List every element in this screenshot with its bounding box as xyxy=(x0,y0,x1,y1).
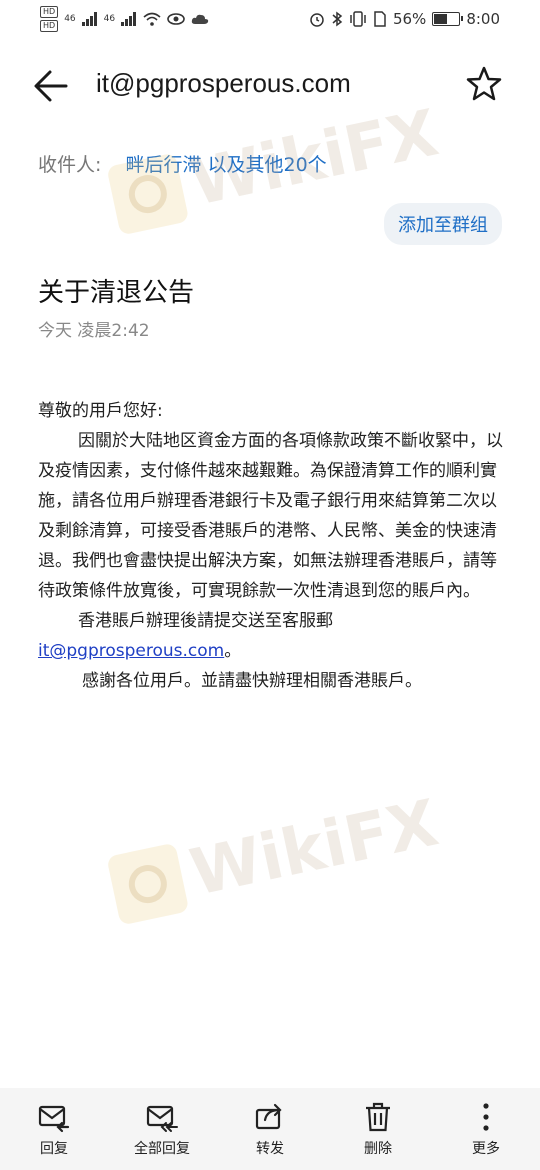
bottom-toolbar: 回复 全部回复 转发 删除 更多 xyxy=(0,1088,540,1170)
email-link-row: it@pgprosperous.com。 xyxy=(38,636,508,666)
body-paragraph: 感謝各位用戶。並請盡快辦理相關香港賬戶。 xyxy=(82,671,422,691)
status-bar: HD HD 46 46 56% 8:00 xyxy=(0,0,540,40)
recipients-link[interactable]: 畔后行滞 以及其他20个 xyxy=(125,154,326,176)
battery-icon xyxy=(432,12,464,26)
body-paragraph: 香港賬戶辦理後請提交送至客服郵 xyxy=(78,611,333,631)
watermark: WikiFX xyxy=(106,786,444,927)
recipients-row: 收件人: 畔后行滞 以及其他20个 xyxy=(38,150,327,177)
vibrate-icon xyxy=(350,11,366,27)
trash-icon xyxy=(366,1102,390,1132)
sim-icon xyxy=(374,11,386,27)
reply-label: 回复 xyxy=(40,1141,68,1157)
forward-label: 转发 xyxy=(256,1141,284,1157)
wifi-icon xyxy=(143,12,161,26)
more-vertical-icon xyxy=(483,1103,489,1131)
signal-icon xyxy=(121,12,137,26)
signal-label: 46 xyxy=(103,14,116,24)
hd-badge: HD xyxy=(40,20,59,32)
status-left: HD HD 46 46 xyxy=(40,6,209,32)
signal-icon xyxy=(81,12,97,26)
greeting: 尊敬的用戶您好: xyxy=(38,401,163,421)
bluetooth-icon xyxy=(332,11,343,27)
hd-badge: HD xyxy=(40,6,59,18)
star-icon[interactable] xyxy=(464,64,504,104)
delete-label: 删除 xyxy=(364,1141,392,1157)
more-button[interactable]: 更多 xyxy=(441,1100,531,1158)
email-body: 尊敬的用戶您好: 因關於大陆地区資金方面的各項條款政策不斷收緊中，以及疫情因素，… xyxy=(38,396,508,696)
delete-button[interactable]: 删除 xyxy=(333,1100,423,1158)
status-right: 56% 8:00 xyxy=(309,10,500,28)
add-to-group-button[interactable]: 添加至群组 xyxy=(384,203,502,245)
email-subject: 关于清退公告 xyxy=(38,278,195,308)
body-paragraph: 因關於大陆地区資金方面的各項條款政策不斷收緊中，以及疫情因素，支付條件越來越艱難… xyxy=(38,431,503,601)
email-time: 今天 凌晨2:42 xyxy=(38,321,150,341)
sender-title: it@pgprosperous.com xyxy=(96,68,351,98)
link-suffix: 。 xyxy=(224,641,242,661)
email-header-bar: it@pgprosperous.com xyxy=(0,50,540,120)
back-arrow-icon[interactable] xyxy=(30,64,74,108)
more-label: 更多 xyxy=(472,1141,500,1157)
reply-all-label: 全部回复 xyxy=(134,1141,190,1157)
reply-all-icon xyxy=(146,1105,178,1132)
email-link[interactable]: it@pgprosperous.com xyxy=(38,641,224,661)
alarm-icon xyxy=(310,13,324,27)
signal-label: 46 xyxy=(64,14,76,24)
forward-button[interactable]: 转发 xyxy=(225,1100,315,1158)
watermark-logo-icon xyxy=(106,842,190,926)
recipients-label: 收件人: xyxy=(38,154,102,176)
clock: 8:00 xyxy=(466,10,500,28)
reply-button[interactable]: 回复 xyxy=(9,1100,99,1158)
eye-icon xyxy=(167,13,185,25)
cloud-icon xyxy=(191,14,209,24)
forward-icon xyxy=(255,1103,282,1130)
reply-icon xyxy=(38,1105,70,1133)
reply-all-button[interactable]: 全部回复 xyxy=(117,1100,207,1158)
watermark-text: WikiFX xyxy=(184,786,445,911)
battery-percent: 56% xyxy=(392,10,427,28)
